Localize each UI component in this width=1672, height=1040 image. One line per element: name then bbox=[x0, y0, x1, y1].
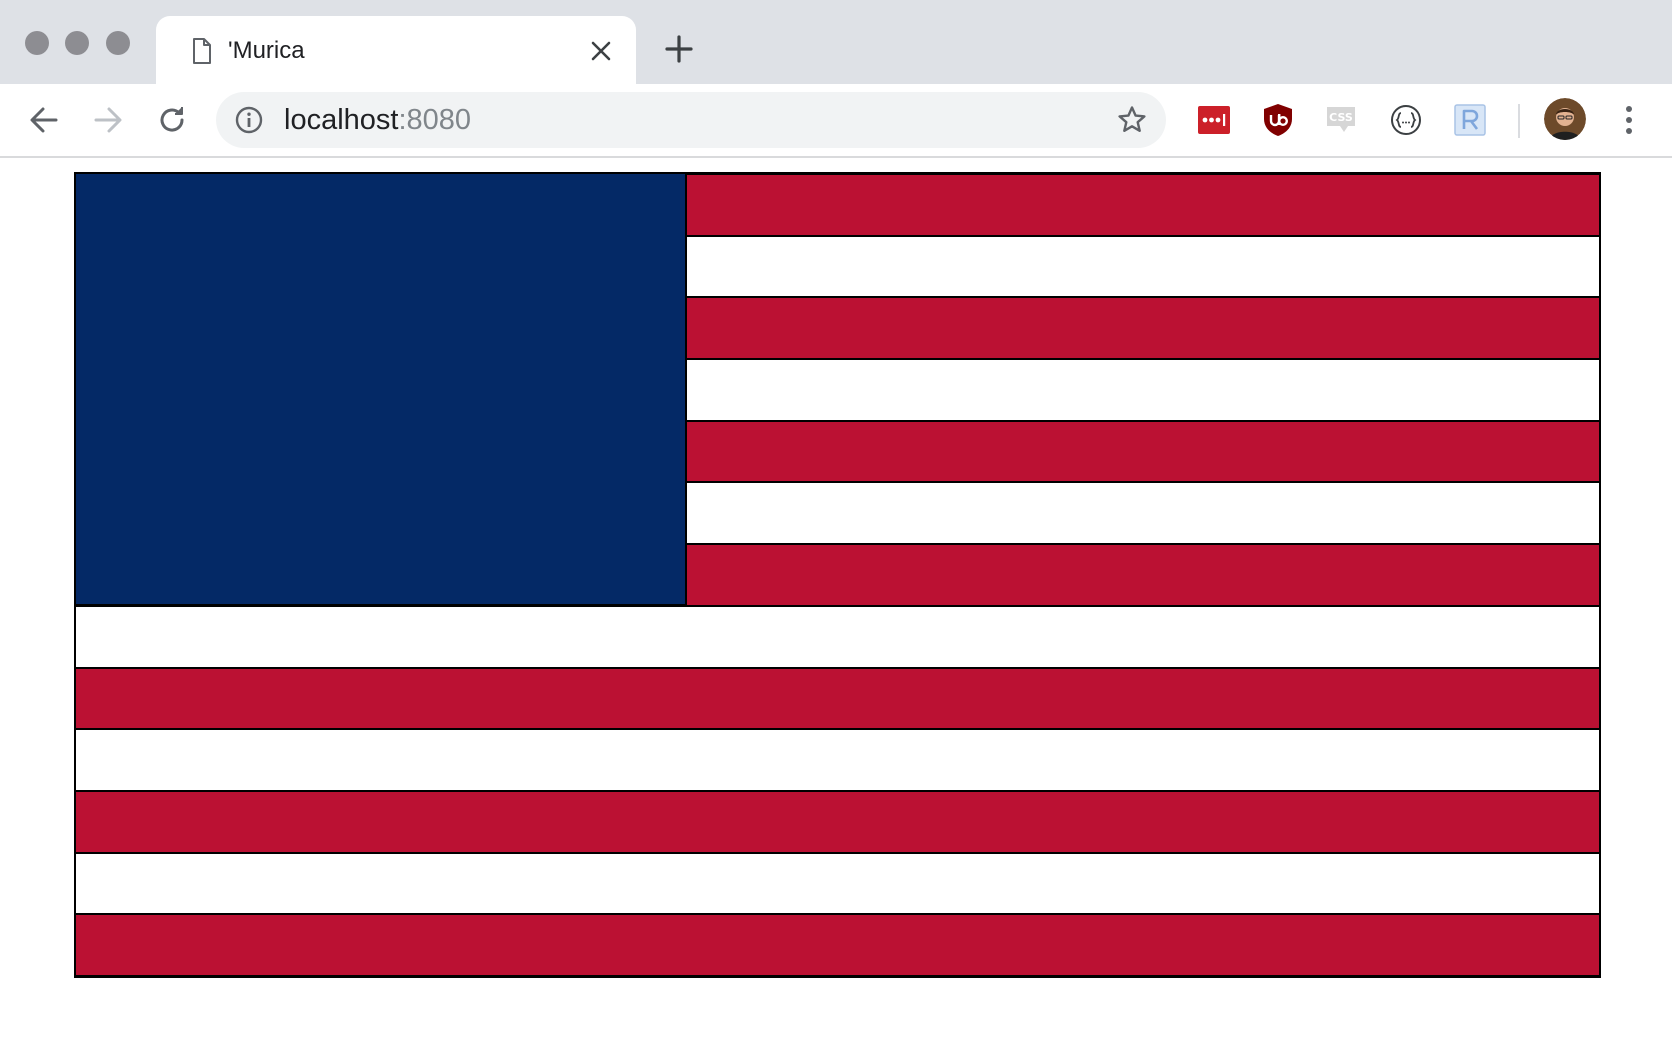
bookmark-star-icon[interactable] bbox=[1116, 104, 1148, 136]
american-flag bbox=[74, 172, 1601, 978]
tab-title: 'Murica bbox=[228, 37, 305, 64]
more-menu-icon[interactable] bbox=[1612, 100, 1646, 140]
user-avatar-icon bbox=[1544, 98, 1586, 140]
flag-stripe-red bbox=[76, 790, 1599, 853]
svg-text:CSS: CSS bbox=[1329, 111, 1353, 124]
json-viewer-icon[interactable] bbox=[1388, 102, 1424, 138]
document-icon bbox=[193, 38, 211, 64]
r-extension-icon[interactable] bbox=[1452, 102, 1488, 138]
flag-stripe-white bbox=[76, 729, 1599, 791]
reload-icon[interactable] bbox=[152, 100, 192, 140]
flag-stripe-white bbox=[76, 605, 1599, 668]
info-icon[interactable] bbox=[234, 105, 264, 135]
window-maximize-button[interactable] bbox=[106, 31, 130, 55]
lastpass-icon[interactable] bbox=[1196, 102, 1232, 138]
back-arrow-icon[interactable] bbox=[24, 100, 64, 140]
toolbar-separator bbox=[1518, 104, 1520, 138]
browser-toolbar: localhost:8080 CSS bbox=[0, 84, 1672, 158]
forward-arrow-icon[interactable] bbox=[88, 100, 128, 140]
close-tab-icon[interactable] bbox=[588, 38, 614, 64]
page-viewport bbox=[0, 158, 1672, 1040]
avatar[interactable] bbox=[1544, 98, 1586, 140]
window-minimize-button[interactable] bbox=[65, 31, 89, 55]
flag-canton bbox=[76, 174, 687, 606]
url-text[interactable]: localhost:8080 bbox=[284, 104, 471, 136]
address-bar[interactable]: localhost:8080 bbox=[216, 92, 1166, 148]
flag-stripe-red bbox=[76, 914, 1599, 976]
flag-stripe-white bbox=[76, 852, 1599, 915]
window-close-button[interactable] bbox=[25, 31, 49, 55]
new-tab-icon[interactable] bbox=[664, 34, 694, 64]
browser-tab[interactable]: 'Murica bbox=[156, 16, 636, 84]
ublock-icon[interactable] bbox=[1260, 102, 1296, 138]
css-viewer-icon[interactable]: CSS bbox=[1324, 102, 1360, 138]
url-host: localhost bbox=[284, 104, 399, 136]
tab-strip: 'Murica bbox=[0, 0, 1672, 84]
url-port: :8080 bbox=[398, 104, 472, 136]
flag-stripe-red bbox=[76, 667, 1599, 730]
browser-window: 'Murica localhost:8080 CSS bbox=[0, 0, 1672, 1040]
